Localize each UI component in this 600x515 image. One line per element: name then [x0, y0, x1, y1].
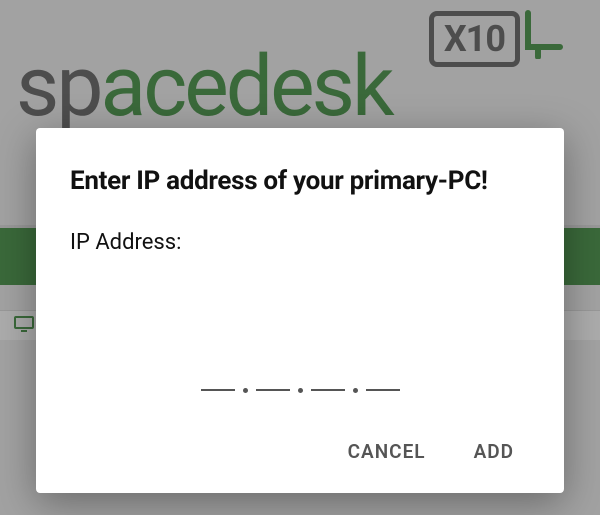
ip-address-input[interactable]: [70, 255, 530, 432]
ip-placeholder: [199, 377, 402, 402]
ip-address-label: IP Address:: [70, 230, 530, 255]
cancel-button[interactable]: CANCEL: [344, 432, 430, 471]
dialog-button-row: CANCEL ADD: [70, 432, 530, 471]
ip-address-dialog: Enter IP address of your primary-PC! IP …: [36, 128, 564, 493]
add-button[interactable]: ADD: [470, 432, 518, 471]
dialog-title: Enter IP address of your primary-PC!: [70, 166, 530, 196]
